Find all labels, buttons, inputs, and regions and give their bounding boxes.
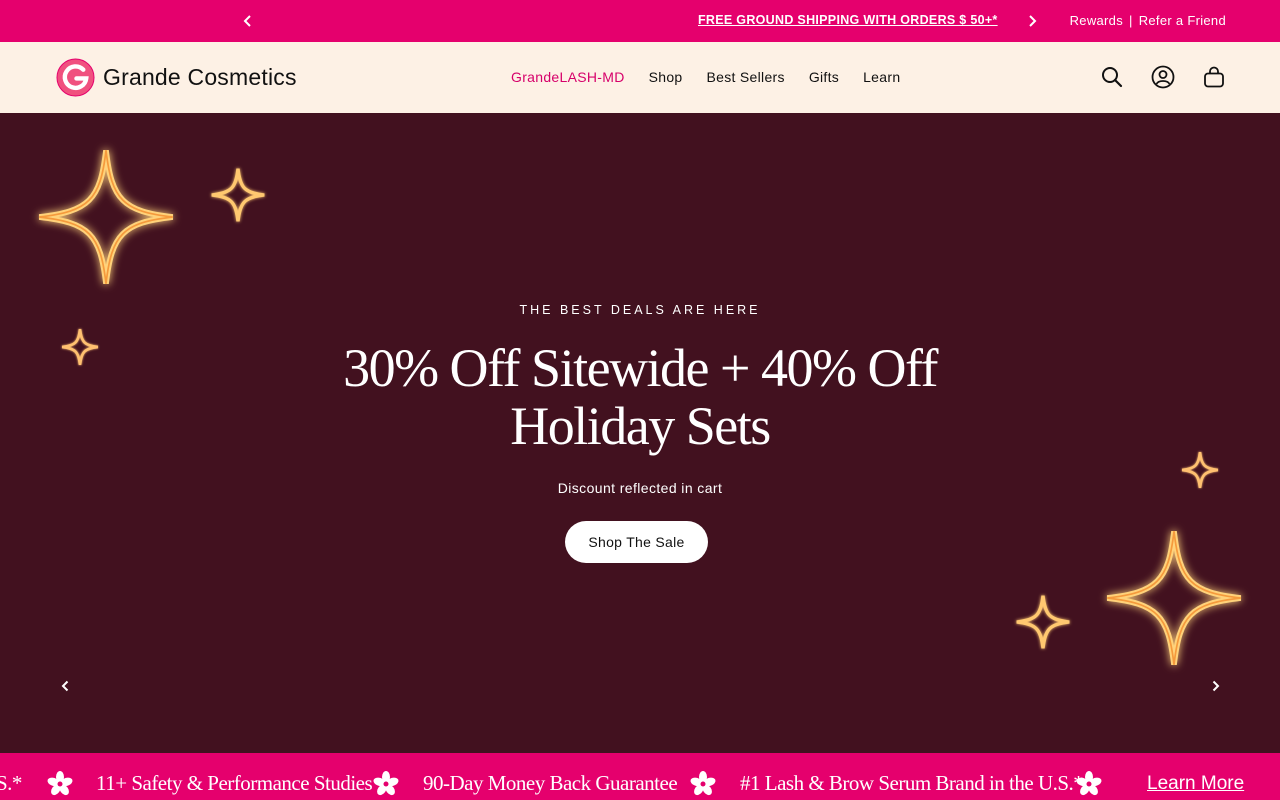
search-button[interactable] (1100, 65, 1124, 89)
flower-icon (689, 770, 717, 798)
refer-friend-link[interactable]: Refer a Friend (1139, 13, 1226, 28)
chevron-right-icon (1029, 15, 1037, 27)
announcement-message[interactable]: FREE GROUND SHIPPING WITH ORDERS $ 50+* (698, 13, 998, 27)
header-actions (1073, 65, 1226, 89)
brand-name: Grande Cosmetics (103, 64, 297, 90)
announcement-next-button[interactable] (1022, 11, 1042, 31)
shop-the-sale-button[interactable]: Shop The Sale (565, 521, 708, 563)
link-separator: | (1129, 13, 1133, 28)
marquee-item: S.* (0, 771, 22, 795)
nav-item-best-sellers[interactable]: Best Sellers (707, 69, 785, 85)
chevron-left-icon (61, 680, 68, 692)
hero-eyebrow: THE BEST DEALS ARE HERE (519, 303, 761, 317)
nav-item-grandelash-md[interactable]: GrandeLASH-MD (511, 69, 625, 85)
nav-item-shop[interactable]: Shop (649, 69, 683, 85)
marquee-item: 90-Day Money Back Guarantee (423, 771, 678, 795)
nav-item-learn[interactable]: Learn (863, 69, 900, 85)
hero-subtext: Discount reflected in cart (557, 480, 723, 496)
announcement-bar: FREE GROUND SHIPPING WITH ORDERS $ 50+* … (0, 0, 1280, 42)
cart-icon (1204, 66, 1224, 88)
grande-logo-icon (56, 58, 95, 97)
site-header: Grande Cosmetics GrandeLASH-MD Shop Best… (0, 42, 1280, 113)
sparkle-tiny-left-icon (61, 328, 99, 366)
sparkle-small-right-icon (1015, 594, 1071, 650)
trust-marquee: S.* 11+ Safety & Performance Studies 90-… (0, 753, 1280, 800)
search-icon (1102, 67, 1123, 88)
marquee-item: 11+ Safety & Performance Studies (96, 771, 373, 795)
account-icon (1151, 65, 1175, 89)
hero-prev-button[interactable] (55, 676, 75, 696)
hero-banner: THE BEST DEALS ARE HERE 30% Off Sitewide… (0, 113, 1280, 753)
rewards-link[interactable]: Rewards (1070, 13, 1123, 28)
account-button[interactable] (1151, 65, 1175, 89)
sparkle-large-right-icon (1103, 527, 1245, 669)
main-nav: GrandeLASH-MD Shop Best Sellers Gifts Le… (511, 69, 924, 85)
flower-icon (372, 770, 400, 798)
announcement-prev-button[interactable] (238, 11, 258, 31)
chevron-right-icon (1212, 680, 1219, 692)
nav-item-gifts[interactable]: Gifts (809, 69, 839, 85)
learn-more-link[interactable]: Learn More (1147, 773, 1244, 795)
flower-icon (1075, 770, 1103, 798)
sparkle-large-left-icon (35, 146, 177, 288)
sparkle-small-left-icon (210, 167, 266, 223)
flower-icon (46, 770, 74, 798)
hero-headline: 30% Off Sitewide + 40% Off Holiday Sets (343, 338, 938, 456)
utility-links: Rewards | Refer a Friend (1070, 13, 1226, 28)
brand-logo[interactable]: Grande Cosmetics (56, 58, 297, 97)
chevron-left-icon (243, 15, 251, 27)
hero-next-button[interactable] (1205, 676, 1225, 696)
cart-button[interactable] (1202, 65, 1226, 89)
marquee-item: #1 Lash & Brow Serum Brand in the U.S.* (740, 771, 1084, 795)
